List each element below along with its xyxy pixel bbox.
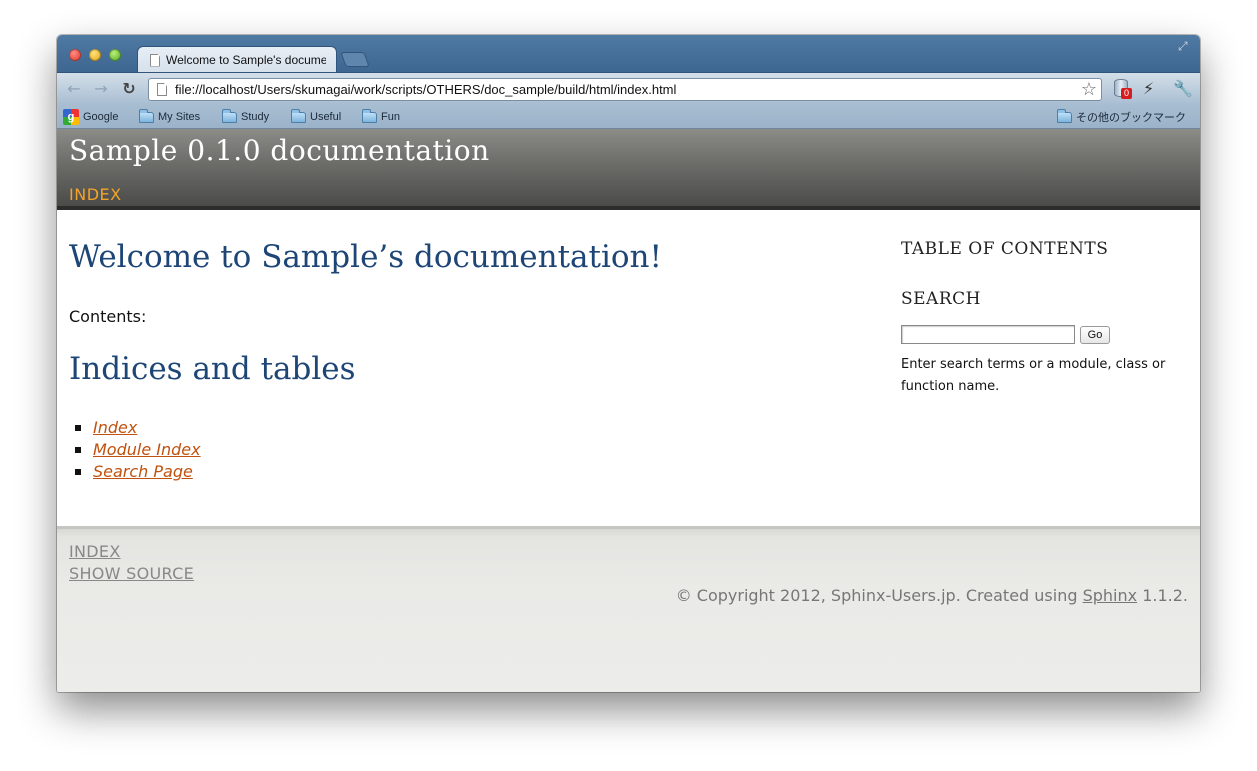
search-page-link[interactable]: Search Page [93, 462, 193, 481]
star-icon[interactable]: ☆ [1081, 79, 1097, 100]
toc-heading: TABLE OF CONTENTS [901, 239, 1109, 259]
bookmark-other[interactable]: その他のブックマーク [1057, 108, 1186, 126]
plug-icon[interactable]: ⚡ [1143, 79, 1163, 99]
copyright: © Copyright 2012, Sphinx-Users.jp. Creat… [675, 586, 1188, 605]
show-source-link[interactable]: SHOW SOURCE [69, 564, 194, 583]
extension-database-icon[interactable]: 0 [1111, 79, 1132, 99]
bookmark-my-sites[interactable]: My Sites [139, 108, 200, 126]
doc-footer: INDEX SHOW SOURCE © Copyright 2012, Sphi… [57, 526, 1200, 692]
doc-header: Sample 0.1.0 documentation INDEX [57, 129, 1200, 210]
header-index-link[interactable]: INDEX [69, 185, 122, 204]
tab-title: Welcome to Sample's documentation [166, 53, 326, 67]
bookmark-fun[interactable]: Fun [362, 108, 400, 126]
bookmark-study[interactable]: Study [222, 108, 269, 126]
indices-heading: Indices and tables [69, 351, 356, 387]
address-bar[interactable]: ☆ [148, 78, 1102, 101]
folder-icon [222, 108, 237, 123]
search-input[interactable] [901, 325, 1075, 344]
reload-icon[interactable]: ↻ [120, 80, 138, 98]
tab-strip: Welcome to Sample's documentation ⤢ [57, 35, 1200, 72]
index-link[interactable]: Index [93, 418, 137, 437]
url-input[interactable] [175, 81, 1065, 98]
list-item: Search Page [75, 461, 201, 483]
site-title: Sample 0.1.0 documentation [69, 134, 490, 167]
fullscreen-icon[interactable]: ⤢ [1178, 39, 1192, 53]
folder-icon [1057, 108, 1072, 123]
browser-toolbar: ← → ↻ ☆ 0 ⚡ 🔧 [57, 72, 1200, 105]
folder-icon [291, 108, 306, 123]
go-button[interactable]: Go [1080, 326, 1110, 344]
contents-label: Contents: [69, 307, 147, 326]
page-icon [157, 83, 167, 96]
module-index-link[interactable]: Module Index [93, 440, 201, 459]
bookmark-useful[interactable]: Useful [291, 108, 341, 126]
page-content: Sample 0.1.0 documentation INDEX Welcome… [57, 129, 1200, 692]
extension-badge: 0 [1121, 88, 1132, 99]
search-help-text: Enter search terms or a module, class or… [901, 357, 1166, 394]
browser-tab-active[interactable]: Welcome to Sample's documentation [137, 46, 337, 72]
google-icon: g [63, 109, 79, 125]
browser-window: Welcome to Sample's documentation ⤢ ← → … [57, 35, 1200, 692]
page-title: Welcome to Sample’s documentation! [69, 239, 662, 275]
list-item: Module Index [75, 439, 201, 461]
new-tab-button[interactable] [340, 52, 370, 67]
wrench-icon[interactable]: 🔧 [1173, 79, 1193, 99]
indices-list: Index Module Index Search Page [75, 417, 201, 483]
page-icon [150, 54, 160, 67]
back-arrow-icon[interactable]: ← [65, 80, 83, 98]
footer-index-link[interactable]: INDEX [69, 542, 121, 561]
folder-icon [362, 108, 377, 123]
forward-arrow-icon[interactable]: → [92, 80, 110, 98]
search-heading: SEARCH [901, 289, 981, 309]
minimize-window-button[interactable] [89, 49, 101, 61]
sphinx-link[interactable]: Sphinx [1083, 586, 1138, 605]
bookmarks-bar: g Google My Sites Study Useful Fun その他のブ… [57, 105, 1200, 129]
zoom-window-button[interactable] [109, 49, 121, 61]
close-window-button[interactable] [69, 49, 81, 61]
bookmark-google[interactable]: g Google [63, 108, 118, 126]
folder-icon [139, 108, 154, 123]
list-item: Index [75, 417, 201, 439]
